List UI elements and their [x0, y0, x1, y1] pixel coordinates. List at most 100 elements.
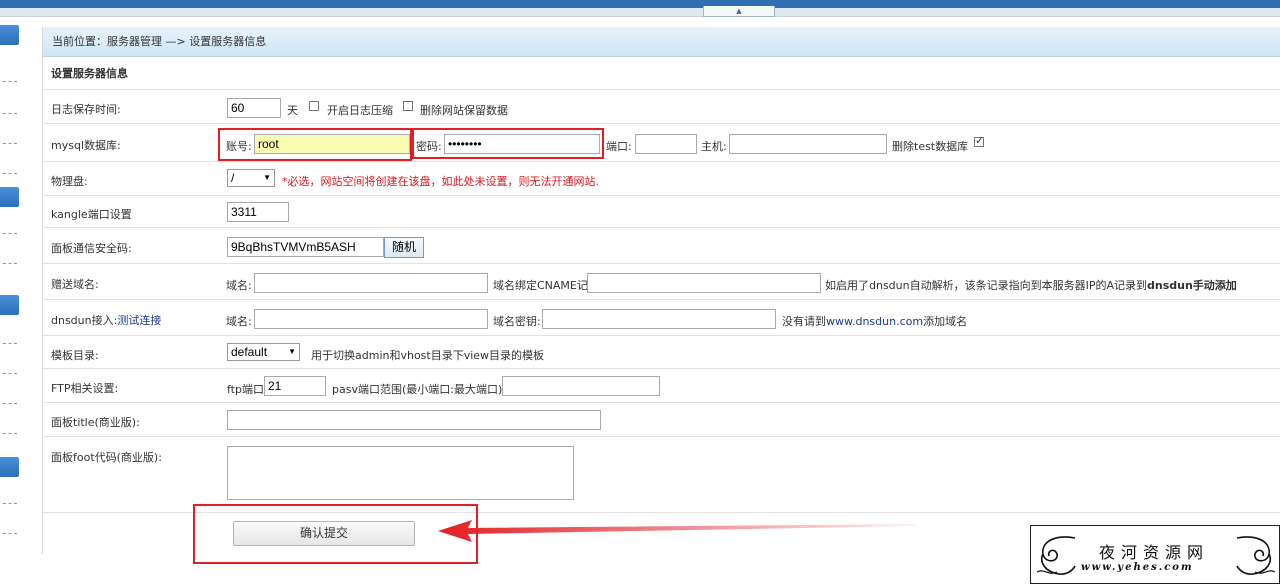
- panel-foot-textarea[interactable]: [227, 446, 574, 500]
- secret-code-row: 面板通信安全码: 随机: [43, 228, 1280, 264]
- ornament-right-icon: [1236, 536, 1276, 575]
- watermark-logo: 夜河资源网 www.yehes.com: [1030, 525, 1280, 584]
- log-compress-label: 开启日志压缩: [327, 104, 393, 117]
- template-note: 用于切换admin和vhost目录下view目录的模板: [311, 349, 545, 362]
- divider: [3, 173, 17, 174]
- left-menu-tab[interactable]: [0, 25, 19, 45]
- divider: [3, 373, 17, 374]
- delete-site-data-checkbox[interactable]: [403, 101, 413, 111]
- random-button[interactable]: 随机: [384, 237, 424, 258]
- mysql-label: mysql数据库:: [51, 139, 121, 152]
- log-compress-checkbox[interactable]: [309, 101, 319, 111]
- test-connection-link[interactable]: 测试连接: [117, 314, 161, 327]
- log-days-input[interactable]: [227, 98, 281, 118]
- delete-site-data-label: 删除网站保留数据: [420, 104, 508, 117]
- panel-foot-row: 面板foot代码(商业版):: [43, 437, 1280, 513]
- panel-title-row: 面板title(商业版):: [43, 403, 1280, 437]
- panel-title-input[interactable]: [227, 410, 601, 430]
- log-retention-row: 日志保存时间: 天 开启日志压缩 删除网站保留数据: [43, 91, 1280, 124]
- divider: [3, 403, 17, 404]
- log-retention-label: 日志保存时间:: [51, 103, 121, 116]
- delete-test-db-checkbox[interactable]: [974, 134, 984, 147]
- caret-down-icon: ▼: [263, 173, 271, 182]
- divider: [3, 143, 17, 144]
- ftp-port-input[interactable]: [264, 376, 326, 396]
- top-bar: [0, 0, 1280, 8]
- highlight-box-password: [412, 128, 604, 159]
- gift-domain-row: 赠送域名: 域名: 域名绑定CNAME记录 如启用了dnsdun自动解析，该条记…: [43, 264, 1280, 300]
- dnsdun-key-label: 域名密钥:: [493, 315, 541, 328]
- top-strip: [0, 8, 1280, 17]
- template-row: 模板目录: default ▼ 用于切换admin和vhost目录下view目录的…: [43, 336, 1280, 369]
- divider: [3, 233, 17, 234]
- dnsdun-url-link[interactable]: www.dnsdun.com: [826, 315, 923, 328]
- divider: [3, 263, 17, 264]
- dnsdun-row: dnsdun接入:测试连接 域名: 域名密钥: 没有请到www.dnsdun.c…: [43, 300, 1280, 336]
- mysql-port-input[interactable]: [635, 134, 697, 154]
- kangle-port-input[interactable]: [227, 202, 289, 222]
- ftp-row: FTP相关设置: ftp端口 pasv端口范围(最小端口:最大端口): [43, 369, 1280, 403]
- highlight-box-submit: [193, 504, 478, 564]
- mysql-host-label: 主机:: [701, 140, 727, 153]
- watermark-url: www.yehes.com: [1081, 562, 1194, 573]
- dnsdun-key-input[interactable]: [542, 309, 776, 329]
- panel-title-label: 面板title(商业版):: [51, 416, 140, 429]
- left-menu-tab[interactable]: [0, 457, 19, 477]
- divider: [3, 503, 17, 504]
- watermark-title: 夜河资源网: [1099, 543, 1210, 562]
- secret-code-input[interactable]: [227, 237, 384, 257]
- divider: [3, 113, 17, 114]
- ftp-label: FTP相关设置:: [51, 382, 119, 395]
- ftp-port-label: ftp端口: [227, 383, 264, 396]
- chevron-up-icon: ▲: [736, 7, 742, 15]
- collapse-toggle[interactable]: ▲: [703, 6, 775, 17]
- divider: [3, 533, 17, 534]
- dnsdun-label: dnsdun接入:测试连接: [51, 312, 161, 328]
- dnsdun-note-prefix: 没有请到: [782, 315, 826, 328]
- physical-disk-note: *必选，网站空间将创建在该盘，如此处未设置，则无法开通网站.: [282, 175, 599, 188]
- template-selected: default: [231, 345, 268, 359]
- physical-disk-row: 物理盘: / ▼ *必选，网站空间将创建在该盘，如此处未设置，则无法开通网站.: [43, 162, 1280, 196]
- dnsdun-domain-input[interactable]: [254, 309, 488, 329]
- cname-label: 域名绑定CNAME记录: [493, 279, 599, 292]
- kangle-port-row: kangle端口设置: [43, 196, 1280, 228]
- left-menu-strip: [0, 17, 20, 584]
- physical-disk-selected: /: [231, 171, 235, 185]
- physical-disk-label: 物理盘:: [51, 175, 88, 188]
- gift-domain-input[interactable]: [254, 273, 488, 293]
- annotation-arrow: [438, 520, 918, 542]
- cname-input[interactable]: [587, 273, 821, 293]
- kangle-port-label: kangle端口设置: [51, 208, 132, 221]
- divider: [3, 81, 17, 82]
- delete-test-db-label: 删除test数据库: [892, 140, 969, 153]
- dnsdun-domain-label: 域名:: [226, 315, 252, 328]
- pasv-label: pasv端口范围(最小端口:最大端口): [332, 383, 503, 396]
- main-panel: 当前位置：服务器管理 —> 设置服务器信息 设置服务器信息 日志保存时间: 天 …: [42, 27, 1280, 554]
- section-title: 设置服务器信息: [43, 57, 1280, 90]
- panel-foot-label: 面板foot代码(商业版):: [51, 451, 162, 464]
- left-menu-tab[interactable]: [0, 295, 19, 315]
- secret-code-label: 面板通信安全码:: [51, 242, 132, 255]
- dnsdun-note: 没有请到www.dnsdun.com添加域名: [782, 313, 967, 329]
- gift-domain-note: 如启用了dnsdun自动解析，该条记录指向到本服务器IP的A记录到dnsdun手…: [825, 277, 1237, 293]
- dnsdun-note-suffix: 添加域名: [923, 315, 968, 328]
- template-label: 模板目录:: [51, 349, 99, 362]
- mysql-port-label: 端口:: [606, 140, 632, 153]
- breadcrumb: 当前位置：服务器管理 —> 设置服务器信息: [43, 27, 1280, 57]
- template-select[interactable]: default ▼: [227, 343, 300, 361]
- divider: [3, 343, 17, 344]
- dnsdun-label-text: dnsdun接入:: [51, 314, 118, 327]
- gift-domain-label: 赠送域名:: [51, 278, 99, 291]
- days-unit: 天: [287, 104, 298, 117]
- ornament-left-icon: [1036, 536, 1076, 575]
- gift-domain-field-label: 域名:: [226, 279, 252, 292]
- left-menu-tab[interactable]: [0, 187, 19, 207]
- pasv-range-input[interactable]: [502, 376, 660, 396]
- highlight-box-account: [218, 128, 412, 161]
- mysql-host-input[interactable]: [729, 134, 887, 154]
- gift-domain-note-bold: dnsdun手动添加: [1147, 279, 1237, 292]
- divider: [3, 433, 17, 434]
- caret-down-icon: ▼: [288, 347, 296, 356]
- gift-domain-note-prefix: 如启用了dnsdun自动解析，该条记录指向到本服务器IP的A记录到: [825, 279, 1148, 292]
- physical-disk-select[interactable]: / ▼: [227, 169, 275, 187]
